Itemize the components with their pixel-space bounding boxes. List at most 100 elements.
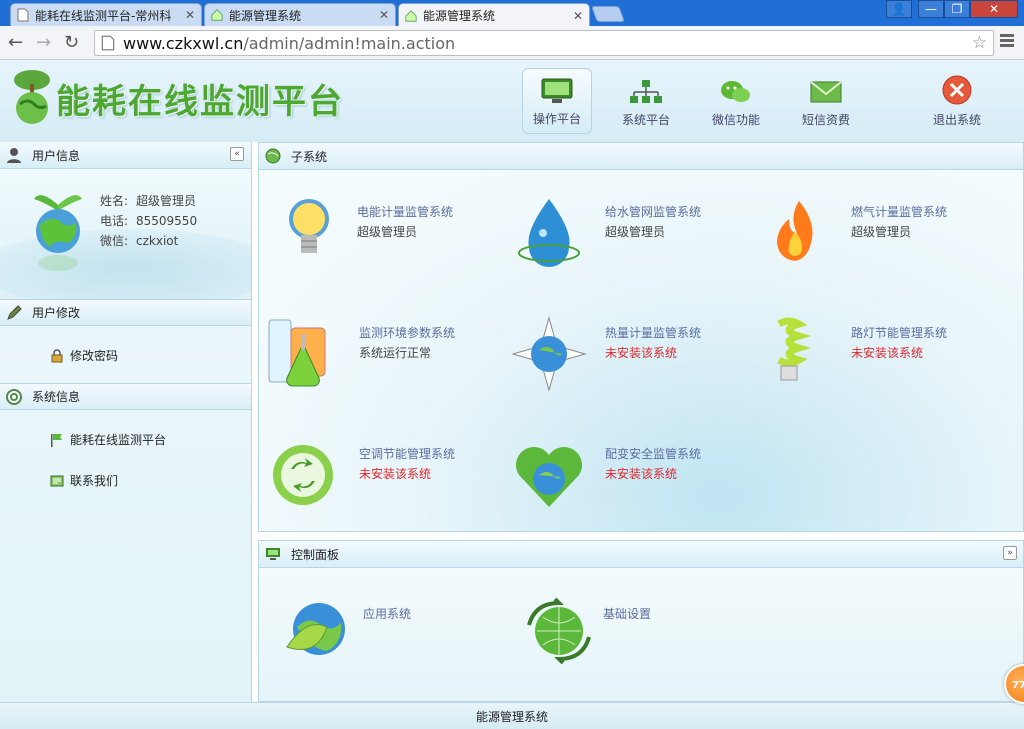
basic-settings-item[interactable]: 基础设置 — [523, 597, 723, 677]
contact-us-link[interactable]: 联系我们 — [50, 472, 118, 489]
tab-close-icon[interactable]: ✕ — [573, 9, 583, 23]
address-toolbar: ← → ↻ www.czkxwl.cn/admin/admin!main.act… — [0, 26, 1024, 60]
minimize-button[interactable]: — — [918, 0, 944, 18]
nav-operation-platform[interactable]: 操作平台 — [522, 68, 592, 134]
tab-close-icon[interactable]: ✕ — [185, 8, 195, 22]
compass-globe-icon — [511, 316, 587, 392]
subsystem-status: 系统运行正常 — [359, 346, 432, 360]
exit-icon — [942, 75, 972, 105]
subsystem-gas[interactable]: 燃气计量监管系统 超级管理员 — [755, 193, 975, 293]
url-input[interactable]: www.czkxwl.cn/admin/admin!main.action ☆ — [94, 30, 994, 56]
house-icon — [211, 9, 223, 21]
app-system-item[interactable]: 应用系统 — [283, 597, 483, 677]
subsystem-water[interactable]: 给水管网监管系统 超级管理员 — [509, 193, 729, 293]
monitor-icon — [541, 78, 573, 103]
subsystem-environment[interactable]: 监测环境参数系统 系统运行正常 — [263, 314, 483, 414]
wechat-label: 微信: — [100, 234, 129, 248]
app-header: 能耗在线监测平台 操作平台 系统平台 微信功能 短信资费 退出系统 — [0, 60, 1024, 142]
expand-panel-button[interactable]: » — [1003, 546, 1017, 560]
cfl-bulb-icon — [777, 317, 812, 381]
nav-label: 系统平台 — [621, 113, 670, 127]
subsystem-name: 配变安全监管系统 — [605, 447, 702, 461]
nav-sms-fees[interactable]: 短信资费 — [791, 68, 861, 134]
subsystem-name: 路灯节能管理系统 — [851, 326, 948, 340]
user-edit-header[interactable]: 用户修改 — [0, 299, 251, 326]
url-path: /admin/admin!main.action — [243, 33, 456, 53]
link-label: 修改密码 — [70, 349, 119, 363]
tab-title: 能耗在线监测平台-常州科 — [35, 8, 172, 23]
link-label: 能耗在线监测平台 — [70, 433, 167, 447]
user-wechat-row: 微信: czkxiot — [100, 232, 178, 249]
nav-exit[interactable]: 退出系统 — [922, 68, 992, 134]
subsystem-transformer[interactable]: 配变安全监管系统 未安装该系统 — [509, 435, 729, 531]
reload-icon[interactable]: ↻ — [64, 32, 79, 53]
section-title: 用户信息 — [32, 148, 81, 163]
brand-title: 能耗在线监测平台 — [56, 82, 344, 122]
subsystem-status: 未安装该系统 — [359, 467, 432, 481]
tree-globe-logo-icon — [14, 70, 50, 124]
contact-card-icon — [50, 475, 64, 486]
footer-bar: 能源管理系统 — [0, 702, 1024, 729]
leaf-globe-icon — [286, 603, 345, 655]
nav-wechat[interactable]: 微信功能 — [701, 68, 771, 134]
browser-tab-2[interactable]: 能源管理系统 ✕ — [204, 3, 396, 26]
control-panel: 控制面板 » 应用系统 基础设置 — [258, 540, 1024, 702]
envelope-icon — [810, 81, 842, 103]
subsystem-heat[interactable]: 热量计量监管系统 未安装该系统 — [509, 314, 729, 414]
control-panel-header: 控制面板 » — [259, 541, 1023, 568]
tab-close-icon[interactable]: ✕ — [379, 8, 389, 22]
maximize-button[interactable]: ❐ — [944, 0, 970, 18]
house-icon — [405, 9, 417, 22]
forward-arrow-icon[interactable]: → — [36, 32, 51, 53]
subsystem-name: 电能计量监管系统 — [357, 205, 454, 219]
globe-small-icon — [265, 148, 281, 164]
monitor-small-icon — [266, 548, 280, 560]
change-password-link[interactable]: 修改密码 — [50, 347, 118, 364]
close-window-button[interactable]: ✕ — [970, 0, 1018, 18]
bookmark-star-icon[interactable]: ☆ — [972, 33, 987, 53]
menu-icon[interactable] — [1000, 34, 1014, 49]
subsystem-status: 未安装该系统 — [851, 346, 924, 360]
collapse-sidebar-button[interactable]: « — [230, 147, 244, 161]
earth-plant-icon — [34, 195, 82, 271]
subsystem-status: 超级管理员 — [357, 225, 418, 239]
left-sidebar: 用户信息 « 姓名: 超级管理员 电话: 85509550 微信: czkxiot 用… — [0, 142, 252, 702]
user-icon[interactable]: 👤 — [886, 0, 912, 18]
flag-icon — [51, 433, 62, 447]
wechat-icon — [721, 81, 750, 102]
page-icon — [101, 35, 115, 51]
nav-system-platform[interactable]: 系统平台 — [611, 68, 681, 134]
footer-text: 能源管理系统 — [475, 709, 548, 724]
section-title: 用户修改 — [32, 306, 81, 320]
browser-tab-bar: 能耗在线监测平台-常州科 ✕ 能源管理系统 ✕ 能源管理系统 ✕ 👤 — ❐ ✕ — [0, 0, 1024, 27]
page-icon — [17, 8, 29, 22]
user-info-panel: 姓名: 超级管理员 电话: 85509550 微信: czkxiot — [0, 169, 251, 299]
browser-tab-3[interactable]: 能源管理系统 ✕ — [398, 3, 590, 27]
nav-label: 操作平台 — [532, 112, 581, 126]
nav-label: 微信功能 — [711, 113, 760, 127]
subsystem-status: 超级管理员 — [851, 225, 912, 239]
section-title: 系统信息 — [32, 390, 81, 404]
item-label: 基础设置 — [603, 607, 652, 621]
subsystem-aircon[interactable]: 空调节能管理系统 未安装该系统 — [263, 435, 483, 531]
back-arrow-icon[interactable]: ← — [8, 32, 23, 53]
lightbulb-icon — [289, 199, 329, 253]
system-info-header[interactable]: 系统信息 — [0, 383, 251, 410]
beakers-icon — [268, 319, 326, 387]
user-phone-row: 电话: 85509550 — [100, 212, 197, 229]
subsystem-status: 未安装该系统 — [605, 346, 678, 360]
subsystem-streetlight[interactable]: 路灯节能管理系统 未安装该系统 — [755, 314, 975, 414]
browser-tab-1[interactable]: 能耗在线监测平台-常州科 ✕ — [10, 3, 202, 26]
subsystems-panel: 子系统 电能计量监管系统 超级管理员 给水管网监管系统 超级管理员 燃气计量监管… — [258, 142, 1024, 532]
subsystem-electricity[interactable]: 电能计量监管系统 超级管理员 — [261, 193, 481, 293]
platform-link[interactable]: 能耗在线监测平台 — [50, 431, 166, 448]
new-tab-button[interactable] — [591, 6, 625, 22]
lock-icon — [51, 348, 63, 362]
recycle-icon — [273, 445, 333, 505]
section-title: 控制面板 — [291, 547, 340, 562]
item-label: 应用系统 — [363, 607, 412, 621]
tab-title: 能源管理系统 — [229, 8, 302, 23]
subsystem-name: 热量计量监管系统 — [605, 326, 702, 340]
user-phone: 85509550 — [136, 214, 198, 228]
water-drop-icon — [518, 199, 580, 267]
